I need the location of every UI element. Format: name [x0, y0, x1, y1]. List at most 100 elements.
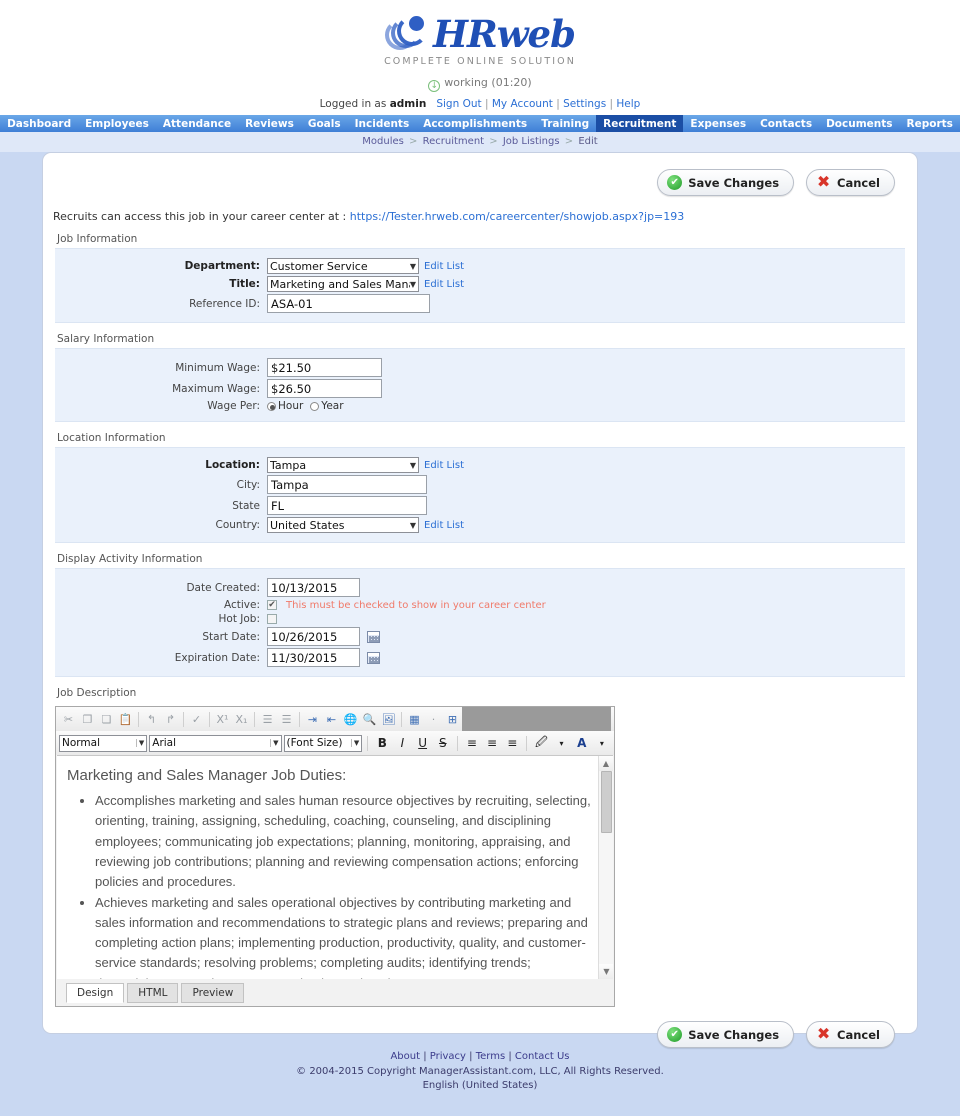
bold-icon[interactable]: B [373, 734, 391, 753]
my-account-link[interactable]: My Account [492, 98, 553, 110]
nav-item-expenses[interactable]: Expenses [683, 115, 753, 132]
save-changes-button-top[interactable]: ✔ Save Changes [657, 169, 795, 196]
strikethrough-icon[interactable]: S [434, 734, 452, 753]
nav-item-employees[interactable]: Employees [78, 115, 156, 132]
help-link[interactable]: Help [616, 98, 640, 110]
editor-scrollbar[interactable]: ▲ ▼ [598, 756, 613, 979]
redo-icon[interactable]: ↱ [161, 710, 180, 729]
cut-icon[interactable]: ✂ [59, 710, 78, 729]
calendar-icon-expiration-date[interactable] [367, 651, 380, 664]
insert-table-icon[interactable]: ▦ [405, 710, 424, 729]
nav-item-dashboard[interactable]: Dashboard [0, 115, 78, 132]
spellcheck-icon[interactable]: ✓ [187, 710, 206, 729]
breadcrumb-item-job-listings[interactable]: Job Listings [503, 136, 560, 147]
copy-icon[interactable]: ❐ [78, 710, 97, 729]
reference-id-input[interactable]: ASA-01 [267, 294, 430, 313]
align-right-icon[interactable]: ≡ [503, 734, 521, 753]
nav-item-incidents[interactable]: Incidents [348, 115, 417, 132]
table-properties-icon[interactable]: ⊞ [443, 710, 462, 729]
remove-link-icon[interactable]: 🔍 [360, 710, 379, 729]
scroll-down-icon[interactable]: ▼ [599, 964, 613, 979]
calendar-icon-start-date[interactable] [367, 630, 380, 643]
location-select[interactable]: Tampa ▼ [267, 457, 419, 473]
nav-item-recruitment[interactable]: Recruitment [596, 115, 684, 132]
highlight-color-icon[interactable]: 🖉 [532, 734, 550, 753]
nav-item-goals[interactable]: Goals [301, 115, 348, 132]
city-input[interactable]: Tampa [267, 475, 427, 494]
nav-item-contacts[interactable]: Contacts [753, 115, 819, 132]
active-checkbox[interactable]: ✔ [267, 600, 277, 610]
subscript-icon[interactable]: X₁ [232, 710, 251, 729]
title-select[interactable]: Marketing and Sales Manager ▼ [267, 276, 419, 292]
scroll-up-icon[interactable]: ▲ [599, 756, 613, 771]
footer-link-contact-us[interactable]: Contact Us [515, 1051, 570, 1062]
save-changes-button-bottom[interactable]: ✔ Save Changes [657, 1021, 795, 1048]
footer-link-about[interactable]: About [390, 1051, 420, 1062]
date-created-input[interactable]: 10/13/2015 [267, 578, 360, 597]
start-date-input[interactable]: 10/26/2015 [267, 627, 360, 646]
brand-tagline: COMPLETE ONLINE SOLUTION [384, 56, 576, 67]
footer-link-privacy[interactable]: Privacy [430, 1051, 466, 1062]
numbered-list-icon[interactable]: ☰ [277, 710, 296, 729]
align-center-icon[interactable]: ≡ [483, 734, 501, 753]
breadcrumb-item-modules[interactable]: Modules [362, 136, 404, 147]
sign-out-link[interactable]: Sign Out [436, 98, 481, 110]
expiration-date-input[interactable]: 11/30/2015 [267, 648, 360, 667]
paste-word-icon[interactable]: 📋 [116, 710, 135, 729]
paste-icon[interactable]: ❏ [97, 710, 116, 729]
country-edit-list-link[interactable]: Edit List [424, 520, 464, 531]
text-color-dropdown-icon[interactable]: ▾ [593, 734, 611, 753]
active-hint: This must be checked to show in your car… [286, 599, 546, 611]
nav-item-reports[interactable]: Reports [900, 115, 960, 132]
table-options-icon[interactable]: · [424, 710, 443, 729]
chevron-down-icon: ▼ [409, 520, 416, 530]
align-left-icon[interactable]: ≡ [463, 734, 481, 753]
breadcrumb-item-recruitment[interactable]: Recruitment [423, 136, 484, 147]
nav-item-training[interactable]: Training [534, 115, 596, 132]
nav-item-attendance[interactable]: Attendance [156, 115, 238, 132]
cancel-button-bottom[interactable]: ✖ Cancel [806, 1021, 895, 1048]
editor-toolbar-row2: Normal ▼ Arial ▼ (Font Size) ▼ B I U S ≡… [56, 731, 614, 755]
career-center-url[interactable]: https://Tester.hrweb.com/careercenter/sh… [350, 210, 685, 223]
editor-content-area[interactable]: Marketing and Sales Manager Job Duties: … [57, 755, 613, 979]
editor-tab-design[interactable]: Design [66, 983, 125, 1003]
footer-link-terms[interactable]: Terms [476, 1051, 505, 1062]
editor-tab-preview[interactable]: Preview [181, 983, 245, 1003]
bullet-list-icon[interactable]: ☰ [258, 710, 277, 729]
editor-tab-html[interactable]: HTML [127, 983, 179, 1003]
outdent-icon[interactable]: ⇥ [303, 710, 322, 729]
cancel-label: Cancel [837, 175, 880, 190]
text-color-icon[interactable]: A [573, 734, 591, 753]
undo-icon[interactable]: ↰ [142, 710, 161, 729]
highlight-color-dropdown-icon[interactable]: ▾ [552, 734, 570, 753]
scrollbar-thumb[interactable] [601, 771, 612, 833]
insert-image-icon[interactable]: 🖼 [379, 710, 398, 729]
maximum-wage-input[interactable]: $26.50 [267, 379, 382, 398]
wage-per-hour-radio[interactable] [267, 401, 276, 411]
language-text: English (United States) [422, 1080, 538, 1091]
indent-icon[interactable]: ⇤ [322, 710, 341, 729]
nav-item-accomplishments[interactable]: Accomplishments [416, 115, 534, 132]
italic-icon[interactable]: I [393, 734, 411, 753]
chevron-down-icon: ▼ [135, 739, 144, 747]
wage-per-year-radio[interactable] [310, 401, 320, 411]
superscript-icon[interactable]: X¹ [213, 710, 232, 729]
font-size-select[interactable]: (Font Size) ▼ [283, 734, 363, 752]
insert-link-icon[interactable]: 🌐 [341, 710, 360, 729]
location-edit-list-link[interactable]: Edit List [424, 460, 464, 471]
nav-item-reviews[interactable]: Reviews [238, 115, 301, 132]
underline-icon[interactable]: U [414, 734, 432, 753]
hot-job-checkbox[interactable] [267, 614, 277, 624]
title-edit-list-link[interactable]: Edit List [424, 279, 464, 290]
cancel-button-top[interactable]: ✖ Cancel [806, 169, 895, 196]
minimum-wage-input[interactable]: $21.50 [267, 358, 382, 377]
country-select[interactable]: United States ▼ [267, 517, 419, 533]
department-select[interactable]: Customer Service ▼ [267, 258, 419, 274]
title-value: Marketing and Sales Manager [270, 277, 410, 291]
font-family-select[interactable]: Arial ▼ [149, 734, 282, 752]
department-edit-list-link[interactable]: Edit List [424, 261, 464, 272]
settings-link[interactable]: Settings [563, 98, 606, 110]
nav-item-documents[interactable]: Documents [819, 115, 899, 132]
paragraph-style-select[interactable]: Normal ▼ [59, 734, 148, 752]
state-input[interactable]: FL [267, 496, 427, 515]
